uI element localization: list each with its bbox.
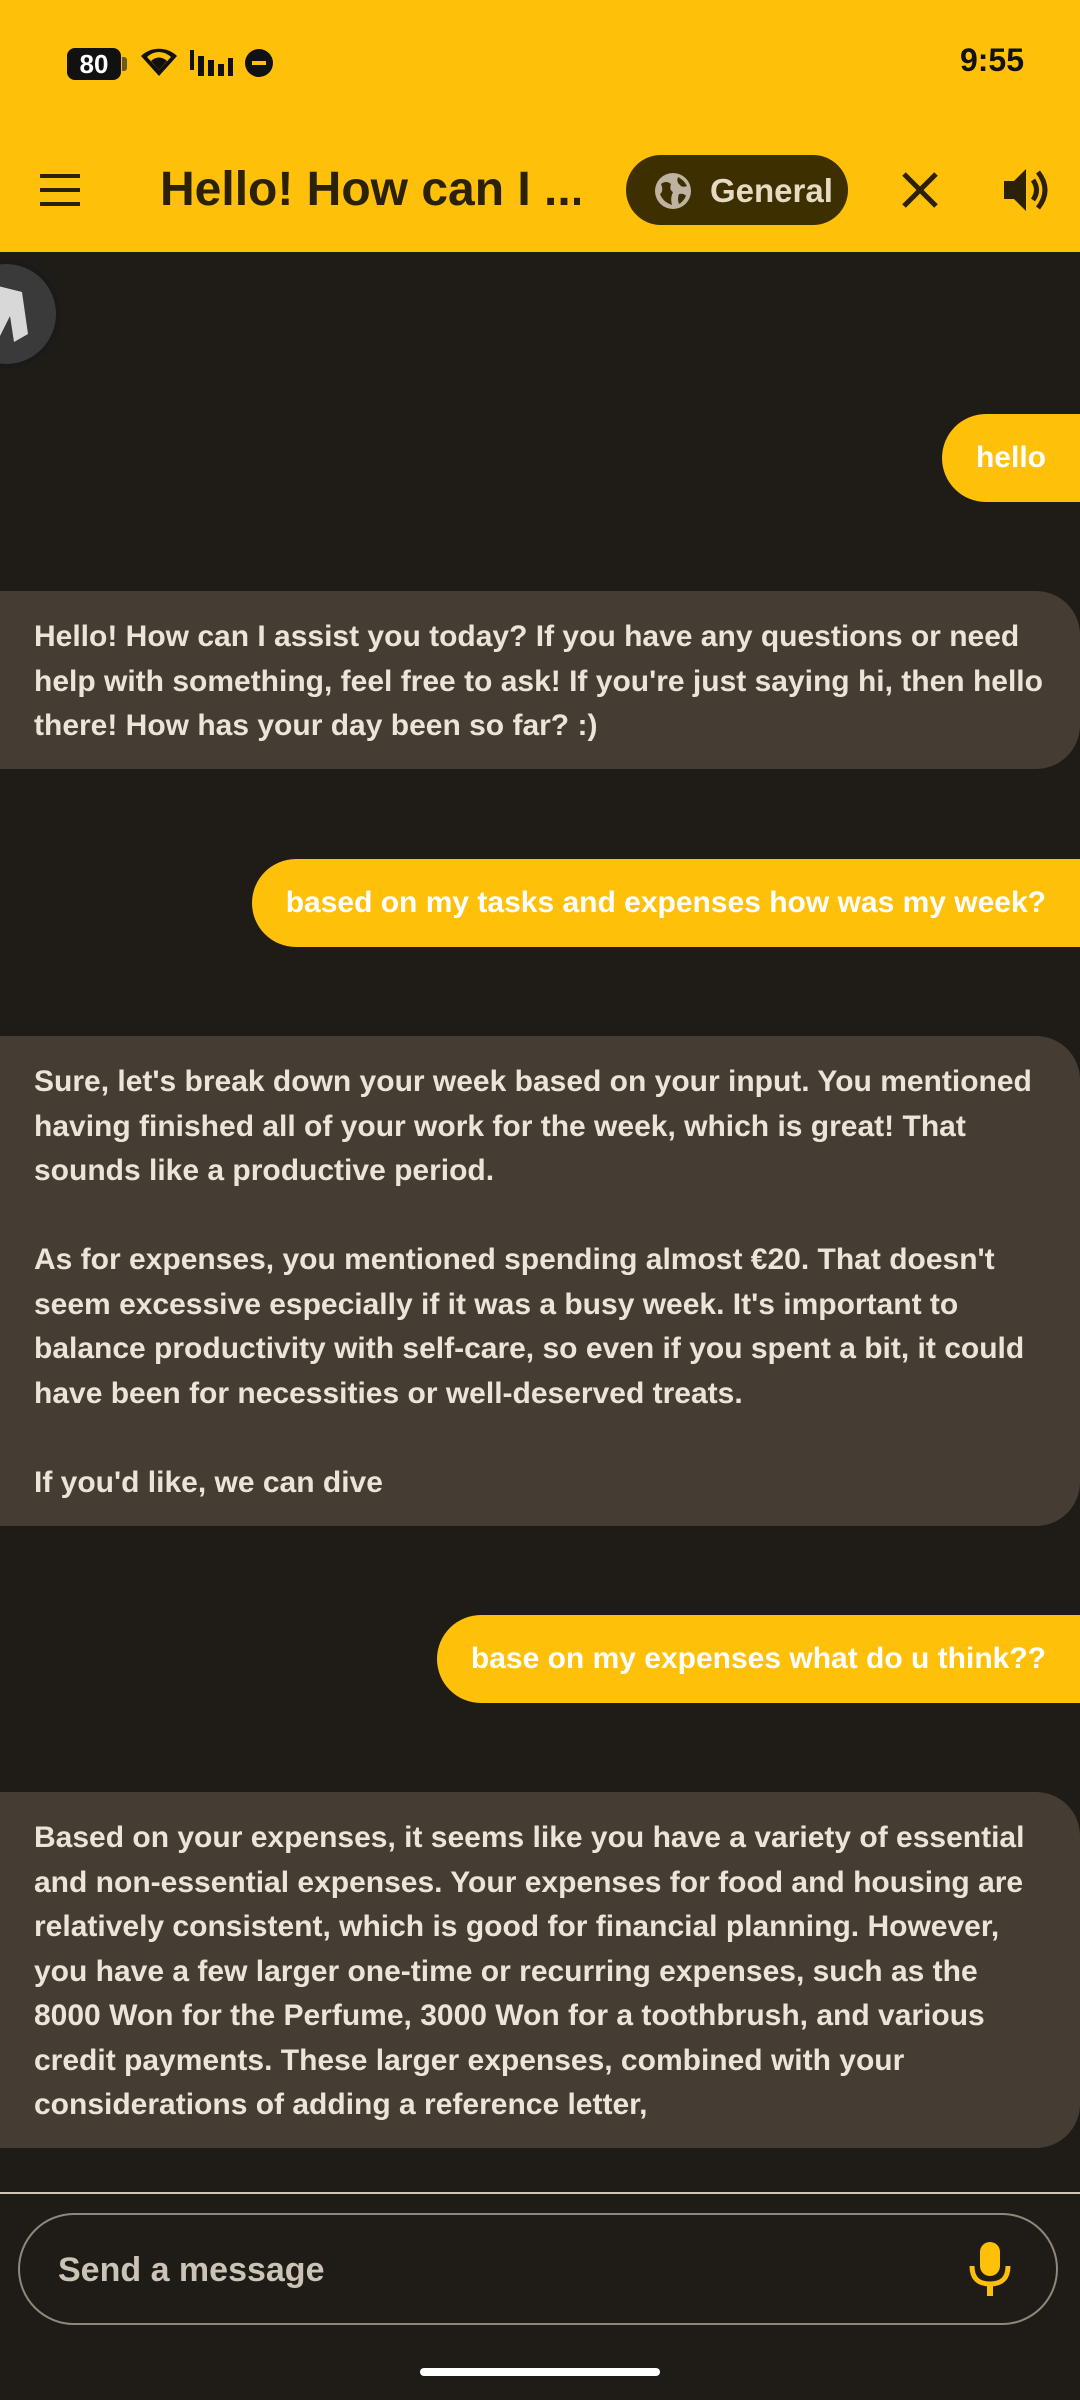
menu-icon[interactable] [38,172,86,208]
mode-chip[interactable]: General [626,155,848,225]
home-indicator[interactable] [420,2368,660,2376]
mode-chip-label: General [710,172,833,209]
speaker-icon[interactable] [1000,163,1054,217]
assistant-message: Sure, let's break down your week based o… [0,1036,1080,1526]
assistant-message: Hello! How can I assist you today? If yo… [0,591,1080,769]
chat-title: Hello! How can I ... [160,163,580,216]
message-composer [18,2213,1058,2325]
close-icon[interactable] [898,168,942,212]
signal-icon [190,50,233,76]
status-bar: 80 9:55 [0,0,1080,125]
composer-divider [0,2192,1080,2194]
microphone-icon[interactable] [968,2240,1012,2298]
user-message: hello [941,414,1080,502]
message-input[interactable] [56,2215,960,2325]
user-message: base on my expenses what do u think?? [436,1615,1080,1703]
clock: 9:55 [959,42,1024,78]
assistant-avatar [0,260,60,368]
assistant-message: Based on your expenses, it seems like yo… [0,1792,1080,2148]
battery-indicator: 80 [67,48,127,80]
globe-icon [655,173,691,209]
do-not-disturb-icon [245,49,273,77]
wifi-icon [141,48,177,76]
user-message: based on my tasks and expenses how was m… [251,859,1080,947]
